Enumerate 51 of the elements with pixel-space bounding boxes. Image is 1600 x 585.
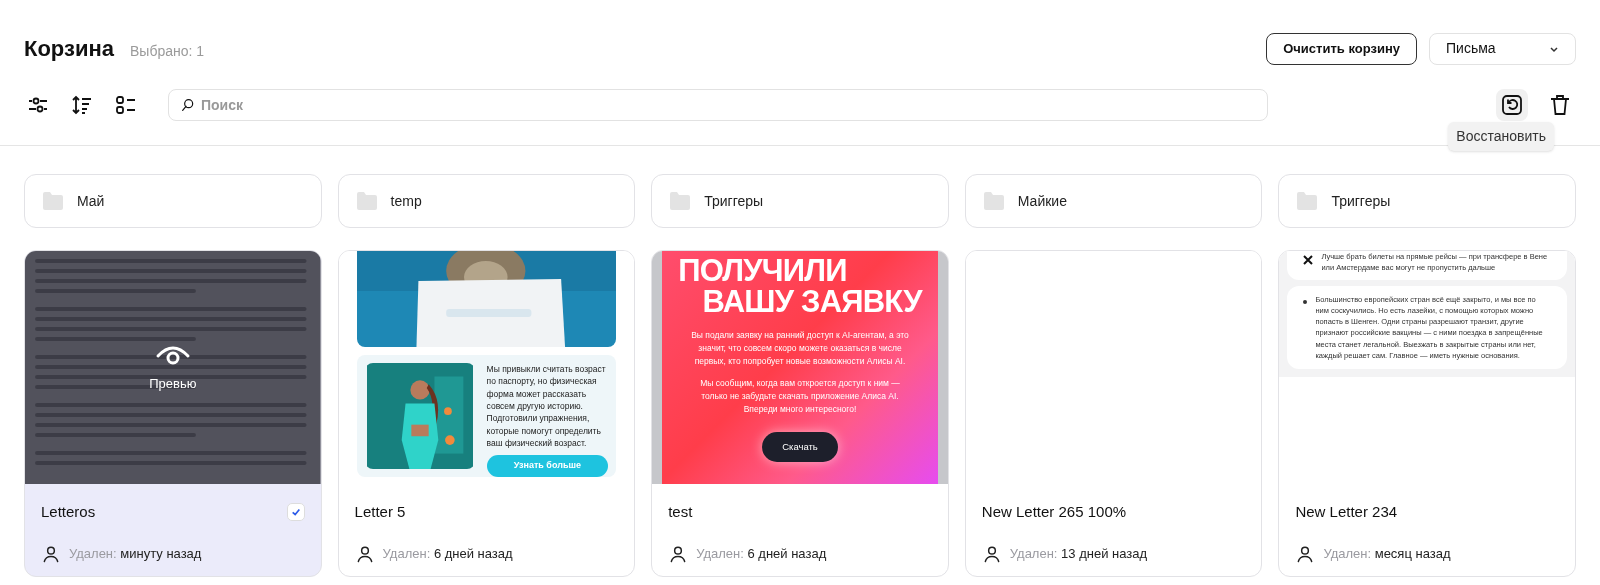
checkbox[interactable] xyxy=(286,503,305,521)
letter-card[interactable]: New Letter 265 100% Удален: 13 дней назад xyxy=(964,250,1263,577)
letter-card[interactable] xyxy=(651,250,949,577)
download-button[interactable]: Скачать xyxy=(762,431,838,462)
search-icon xyxy=(180,97,196,113)
folder-icon xyxy=(1295,189,1320,213)
deleted-info: Удален: 13 дней назад xyxy=(1009,545,1148,564)
folder-icon xyxy=(41,189,65,213)
folder-card[interactable]: Триггеры xyxy=(651,174,949,228)
search-field[interactable]: Поиск xyxy=(168,89,1268,121)
folder-name: Триггеры xyxy=(1331,191,1391,211)
check-icon xyxy=(290,507,301,517)
folder-card[interactable]: Май xyxy=(24,174,322,228)
trash-icon xyxy=(1548,93,1572,117)
preview-label: Превью xyxy=(149,374,197,393)
promo-headline: ВАШУ ЗАЯВКУ xyxy=(702,286,922,317)
deleted-info: Удален: 6 дней назад xyxy=(382,545,513,564)
letter-title: Letter 5 xyxy=(354,501,406,522)
type-select[interactable]: Письма xyxy=(1429,32,1576,65)
letter-title: Letteros xyxy=(41,501,96,522)
deleted-info: Удален: месяц назад xyxy=(1323,545,1451,564)
letter-title: test xyxy=(668,501,693,522)
clear-trash-button[interactable]: Очистить корзину xyxy=(1266,32,1417,65)
list-icon xyxy=(114,93,138,117)
folder-icon xyxy=(668,189,693,213)
letter-title: New Letter 265 100% xyxy=(981,501,1127,522)
user-icon xyxy=(41,544,61,564)
article-text: Мы привыкли считать возраст по паспорту, но физическая форма может рассказать совсем другую историю. Подготовили упражнения, которые помогут определить ваш физический возраст. xyxy=(486,363,607,450)
page-title: Корзина xyxy=(24,35,114,63)
folder-card[interactable]: Майкие xyxy=(964,174,1263,228)
promo-headline: ПОЛУЧИЛИ xyxy=(678,255,847,286)
promo-text: Вы подали заявку на ранний доступ к AI-агентам, а это значит, что совсем скоро можете оказаться в числе первых, кто попробует новые возможности Алисы AI. xyxy=(690,329,910,368)
cross-icon xyxy=(1303,255,1314,265)
promo-text: Мы сообщим, когда вам откроется доступ к ним — только не забудьте скачать приложение Алиса AI. Впереди много интересного! xyxy=(699,377,901,416)
restore-icon xyxy=(1500,93,1524,117)
deleted-info: Удален: минуту назад xyxy=(69,545,202,564)
folder-name: Майкие xyxy=(1017,191,1067,211)
tooltip: Восстановить xyxy=(1448,122,1554,151)
letter-title: New Letter 234 xyxy=(1295,501,1398,522)
folder-icon xyxy=(354,189,379,213)
folder-name: Май xyxy=(77,191,105,211)
deleted-info: Удален: 6 дней назад xyxy=(696,545,827,564)
folder-icon xyxy=(981,189,1006,213)
folder-name: Триггеры xyxy=(704,191,764,211)
folder-card[interactable]: Триггеры xyxy=(1278,174,1576,228)
sort-icon xyxy=(70,93,94,117)
folder-card[interactable]: temp xyxy=(337,174,636,228)
letter-card[interactable]: Превью Letteros Удален: минуту назад xyxy=(24,250,322,577)
folder-name: temp xyxy=(390,191,422,211)
restore-button[interactable] xyxy=(1496,89,1528,121)
selected-count: Выбрано: 1 xyxy=(130,42,205,61)
